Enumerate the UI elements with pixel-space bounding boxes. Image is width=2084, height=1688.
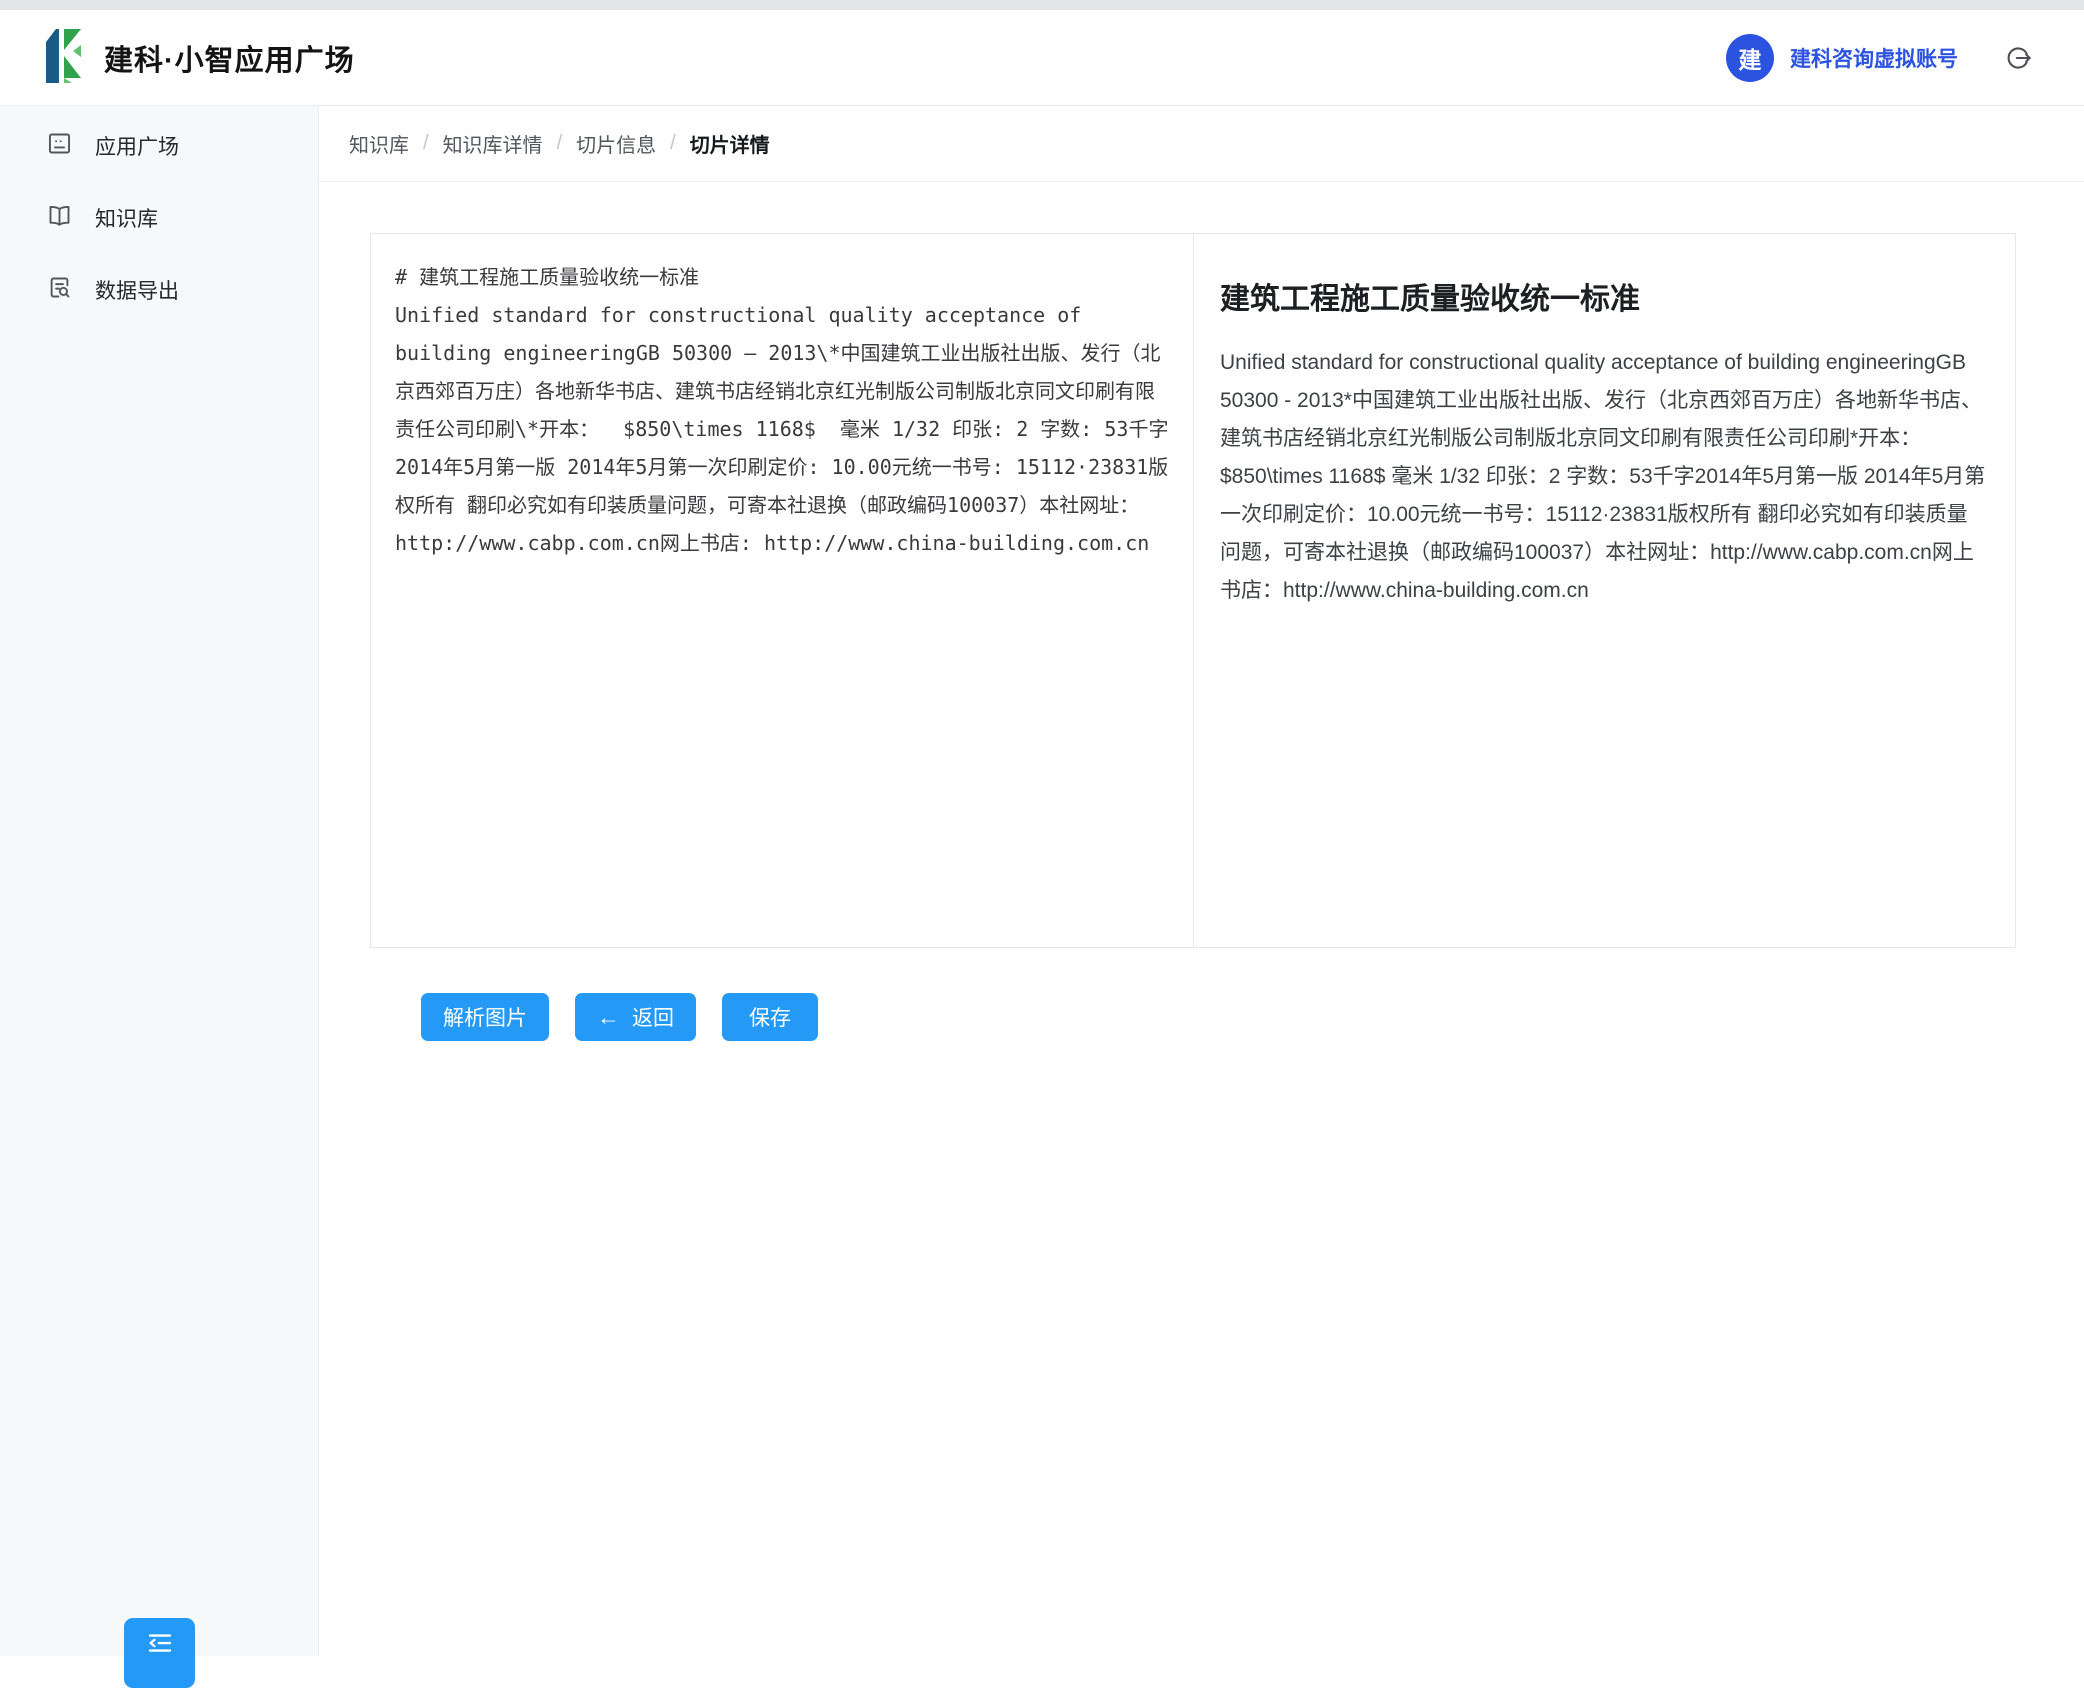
body-layout: 应用广场 知识库 数据导出 <box>0 106 2084 1656</box>
preview-title: 建筑工程施工质量验收统一标准 <box>1220 274 1987 318</box>
menu-fold-icon <box>145 1628 175 1661</box>
back-button[interactable]: ← 返回 <box>575 993 696 1041</box>
header-account-area: 建 建科咨询虚拟账号 <box>1726 34 2032 82</box>
main-area: 知识库 / 知识库详情 / 切片信息 / 切片详情 # 建筑工程施工质量验收统一… <box>319 106 2084 1656</box>
sidebar-item-label: 数据导出 <box>95 275 179 305</box>
app-logo-icon <box>42 26 86 89</box>
window-top-strip <box>0 0 2084 10</box>
breadcrumb-separator: / <box>423 132 429 155</box>
slice-source-editor[interactable]: # 建筑工程施工质量验收统一标准 Unified standard for co… <box>371 234 1194 947</box>
collapse-menu-button[interactable] <box>124 1618 195 1688</box>
sidebar-item-knowledge-base[interactable]: 知识库 <box>0 182 318 254</box>
breadcrumb-separator: / <box>670 132 676 155</box>
apps-icon <box>46 130 73 162</box>
parse-image-button-label: 解析图片 <box>443 1002 527 1032</box>
knowledge-base-icon <box>46 202 73 234</box>
breadcrumb-item-slice-detail: 切片详情 <box>690 129 770 158</box>
slice-detail-content: # 建筑工程施工质量验收统一标准 Unified standard for co… <box>319 182 2084 1041</box>
breadcrumb: 知识库 / 知识库详情 / 切片信息 / 切片详情 <box>319 106 2084 182</box>
logout-icon[interactable] <box>2004 44 2032 72</box>
breadcrumb-item-slice-info[interactable]: 切片信息 <box>576 129 656 158</box>
save-button-label: 保存 <box>749 1002 791 1032</box>
parse-image-button[interactable]: 解析图片 <box>421 993 549 1041</box>
preview-body: Unified standard for constructional qual… <box>1220 344 1987 610</box>
app-header: 建科·小智应用广场 建 建科咨询虚拟账号 <box>0 10 2084 106</box>
account-name[interactable]: 建科咨询虚拟账号 <box>1790 43 1958 73</box>
sidebar-item-data-export[interactable]: 数据导出 <box>0 254 318 326</box>
action-bar: 解析图片 ← 返回 保存 <box>421 993 2084 1041</box>
avatar[interactable]: 建 <box>1726 34 1774 82</box>
sidebar-item-app-plaza[interactable]: 应用广场 <box>0 110 318 182</box>
sidebar-item-label: 知识库 <box>95 203 158 233</box>
back-button-label: 返回 <box>632 1002 674 1032</box>
app-title: 建科·小智应用广场 <box>104 37 355 79</box>
brand: 建科·小智应用广场 <box>42 26 355 89</box>
sidebar-item-label: 应用广场 <box>95 131 179 161</box>
sidebar: 应用广场 知识库 数据导出 <box>0 106 319 1656</box>
save-button[interactable]: 保存 <box>722 993 818 1041</box>
breadcrumb-separator: / <box>557 132 563 155</box>
back-arrow-icon: ← <box>597 1006 620 1029</box>
breadcrumb-item-kb-detail[interactable]: 知识库详情 <box>443 129 543 158</box>
slice-panels: # 建筑工程施工质量验收统一标准 Unified standard for co… <box>370 233 2016 948</box>
data-export-icon <box>46 274 73 306</box>
slice-preview-pane: 建筑工程施工质量验收统一标准 Unified standard for cons… <box>1194 234 2015 947</box>
breadcrumb-item-knowledge-base[interactable]: 知识库 <box>349 129 409 158</box>
